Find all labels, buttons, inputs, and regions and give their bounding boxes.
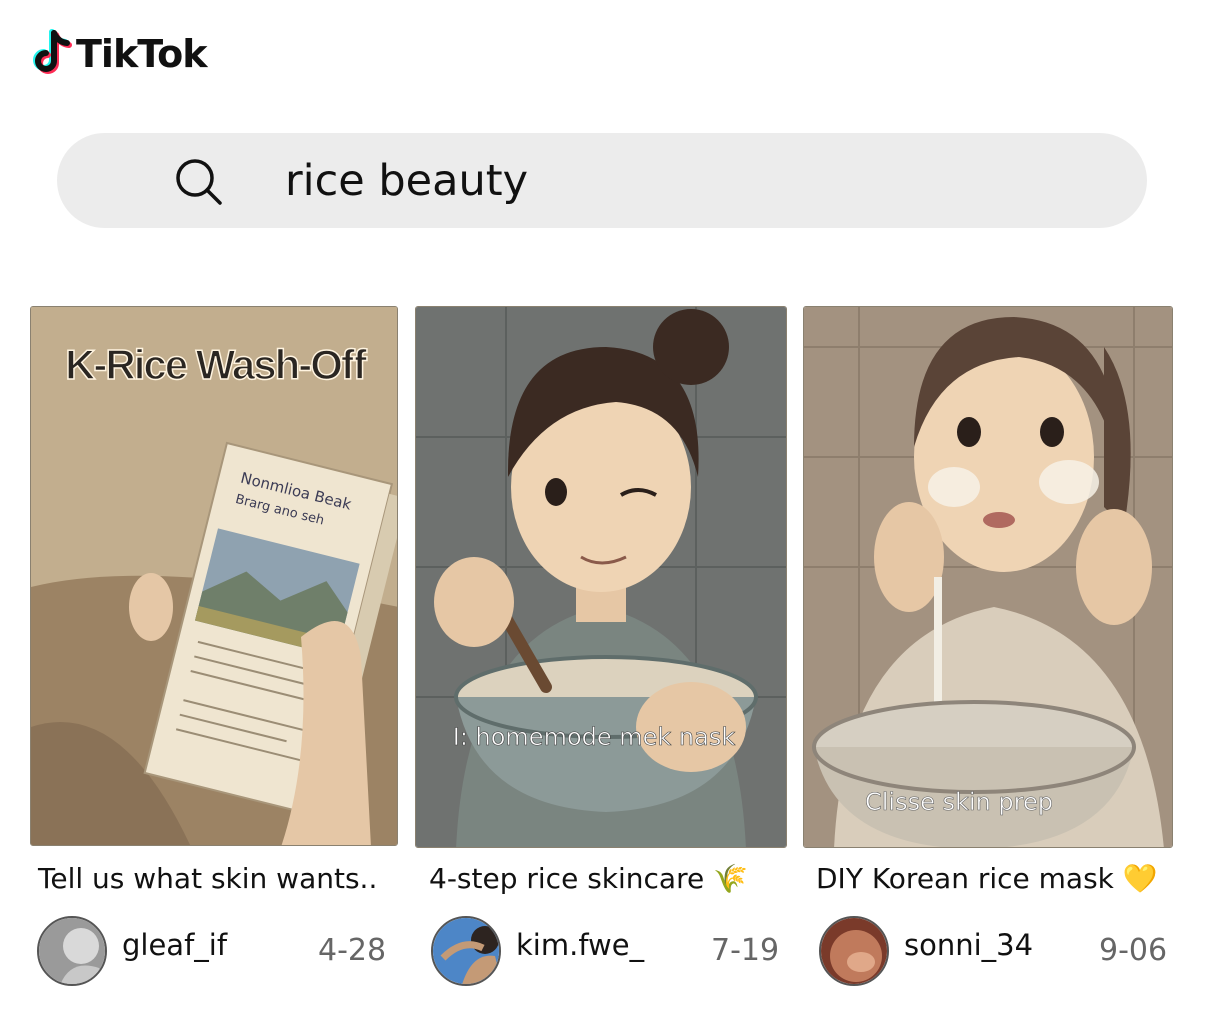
video-caption[interactable]: 4-step rice skincare 🌾 — [429, 862, 748, 895]
tiktok-logo[interactable]: TikTok — [30, 28, 207, 80]
overlay-text: Clisse skin prep — [865, 788, 1053, 816]
music-note-icon — [33, 29, 72, 74]
video-thumbnail[interactable]: Nonmlioa Beak Brarg ano seh K-Rice Wash-… — [30, 306, 398, 846]
overlay-title: K-Rice Wash-Off — [65, 341, 368, 388]
avatar[interactable] — [37, 916, 107, 986]
video-thumbnail[interactable]: Clisse skin prep — [803, 306, 1173, 848]
video-thumbnail[interactable]: I: homemode mek nask — [415, 306, 787, 848]
video-caption[interactable]: DIY Korean rice mask 💛 — [816, 862, 1158, 895]
search-bar[interactable] — [57, 133, 1147, 228]
post-date: 4-28 — [318, 933, 387, 968]
avatar[interactable] — [431, 916, 501, 986]
post-date: 7-19 — [711, 933, 780, 968]
search-icon[interactable] — [172, 155, 226, 209]
overlay-text: I: homemode mek nask — [453, 723, 736, 751]
search-input[interactable] — [285, 151, 1085, 211]
brand-name: TikTok — [76, 32, 207, 76]
avatar[interactable] — [819, 916, 889, 986]
username[interactable]: gleaf_if — [122, 928, 227, 962]
username[interactable]: kim.fwe_ — [516, 928, 644, 962]
username[interactable]: sonni_34 — [904, 928, 1033, 962]
post-date: 9-06 — [1099, 933, 1168, 968]
video-caption[interactable]: Tell us what skin wants.. — [38, 862, 377, 895]
